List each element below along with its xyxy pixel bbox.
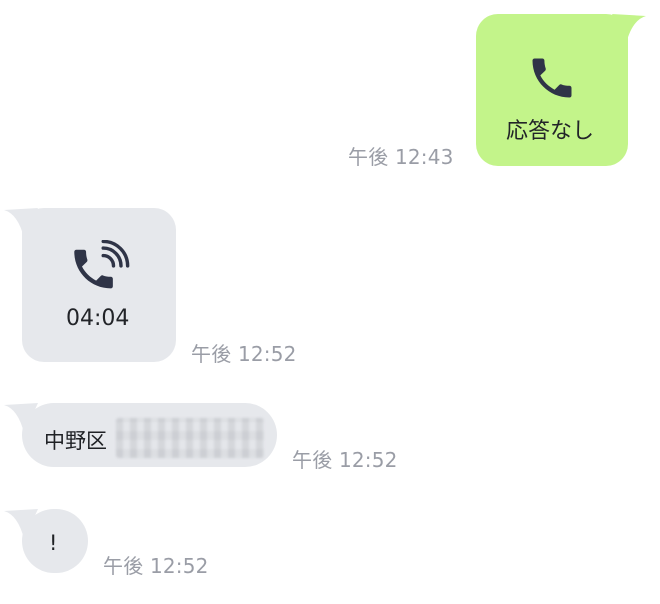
chat-screen: { "messages": [ { "direction": "outgoing… — [0, 0, 660, 604]
outgoing-bubble-tail — [612, 14, 646, 44]
message-text: 中野区 — [44, 429, 107, 453]
message-text: ! — [49, 531, 58, 555]
phone-icon — [532, 58, 572, 98]
call-duration-label: 04:04 — [66, 306, 130, 331]
message-timestamp: 午後 12:43 — [348, 145, 454, 169]
phone-ringing-icon — [74, 240, 130, 289]
message-timestamp: 午後 12:52 — [292, 448, 398, 472]
call-status-label: 応答なし — [506, 119, 595, 144]
message-timestamp: 午後 12:52 — [191, 342, 297, 366]
message-timestamp: 午後 12:52 — [103, 554, 209, 578]
redacted-text — [116, 418, 264, 458]
